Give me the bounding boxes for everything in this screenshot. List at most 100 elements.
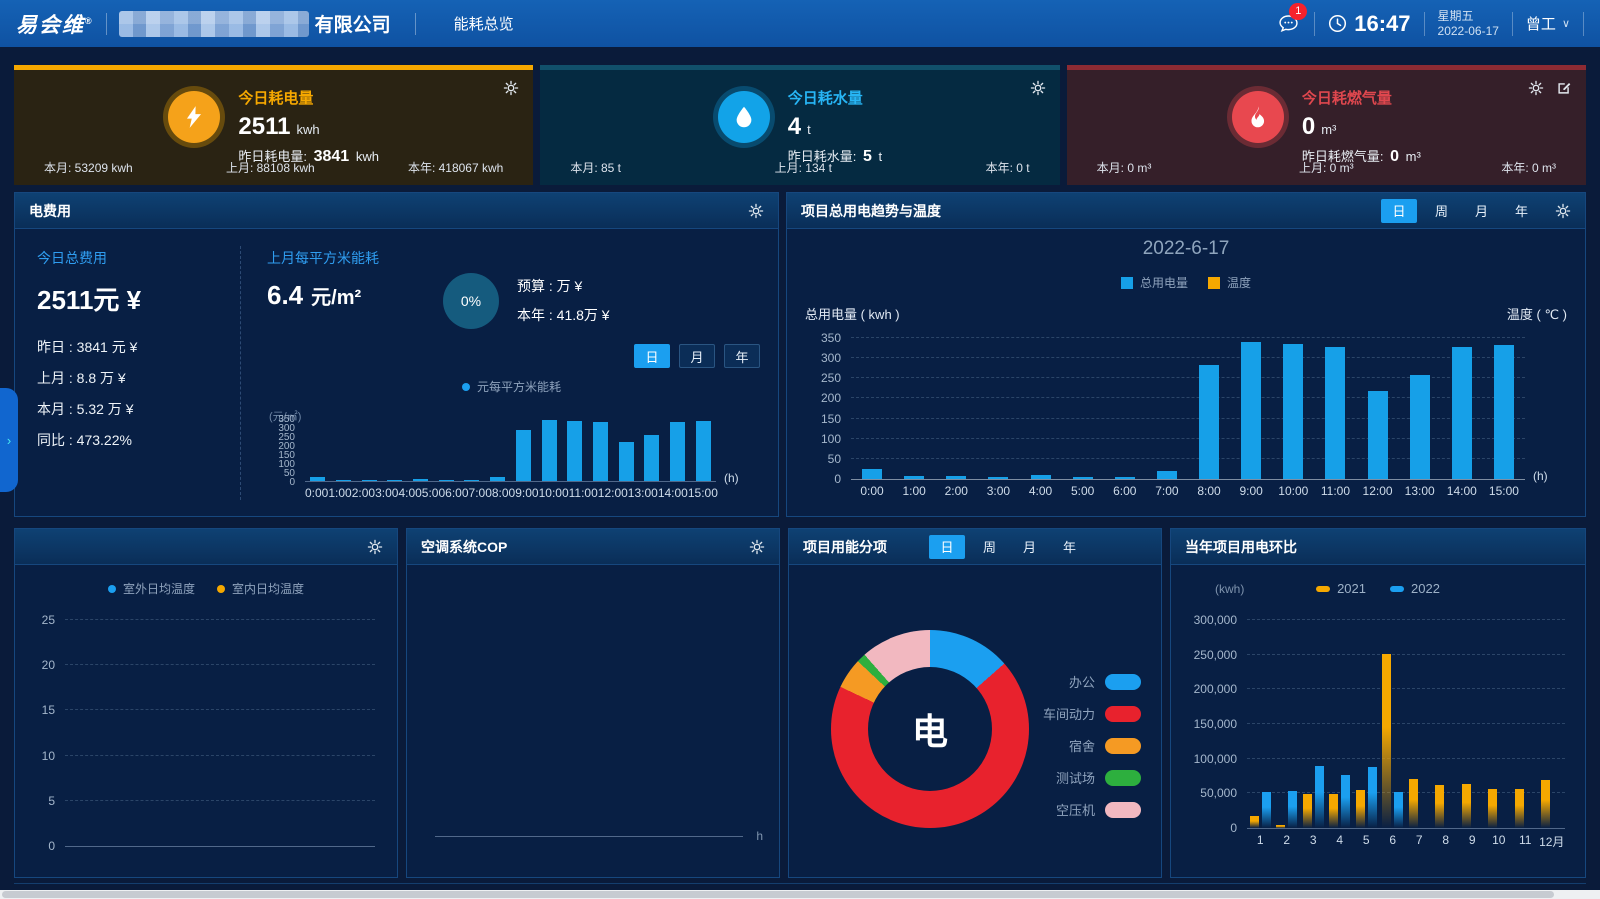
legend-item-2021[interactable]: 2021 bbox=[1316, 581, 1366, 596]
legend-item-测试场[interactable]: 测试场 bbox=[1043, 768, 1141, 787]
tab-年[interactable]: 年 bbox=[724, 344, 760, 368]
bar bbox=[1494, 345, 1514, 479]
legend-item-室外日均温度[interactable]: 室外日均温度 bbox=[108, 580, 195, 597]
kpi-main: 今日耗水量4t昨日耗水量: 5 t bbox=[540, 87, 1059, 166]
temperature-legend: 室外日均温度 室内日均温度 bbox=[15, 580, 397, 597]
tab-月[interactable]: 月 bbox=[679, 344, 715, 368]
bar-slot bbox=[1230, 338, 1272, 479]
bar bbox=[413, 479, 428, 481]
bar-slot bbox=[1433, 620, 1460, 828]
y-tick-label: 200,000 bbox=[1185, 682, 1237, 696]
company-suffix: 有限公司 bbox=[315, 10, 391, 37]
kpi-text: 今日耗电量2511kwh昨日耗电量: 3841 kwh bbox=[238, 87, 379, 166]
menu-energy-overview[interactable]: 能耗总览 bbox=[454, 13, 514, 34]
tab-日[interactable]: 日 bbox=[1381, 199, 1417, 223]
kpi-stats: 本月: 0 m³上月: 0 m³本年: 0 m³ bbox=[1097, 159, 1556, 176]
tab-年[interactable]: 年 bbox=[1054, 535, 1085, 559]
bar-slot bbox=[1441, 338, 1483, 479]
panel-header: 电费用 bbox=[15, 193, 778, 229]
bar-slot bbox=[665, 418, 691, 481]
y-tick-label: 100,000 bbox=[1185, 752, 1237, 766]
sqm-block: 上月每平方米能耗 6.4元/m² bbox=[267, 248, 379, 311]
bar-slot bbox=[1020, 338, 1062, 479]
legend-label: 宿舍 bbox=[1069, 736, 1095, 755]
legend-label: 办公 bbox=[1069, 672, 1095, 691]
kpi-text: 今日耗燃气量0m³昨日耗燃气量: 0 m³ bbox=[1302, 87, 1421, 166]
gear-icon[interactable] bbox=[1555, 203, 1571, 219]
x-axis-line bbox=[435, 836, 743, 837]
bar bbox=[1368, 767, 1377, 828]
x-tick-labels: 0:001:002:003:004:005:006:007:008:009:00… bbox=[305, 486, 716, 500]
bar-slot bbox=[1357, 338, 1399, 479]
panel-body: h bbox=[407, 566, 779, 877]
legend-marker bbox=[1105, 674, 1141, 690]
y-tick-label: 50 bbox=[803, 452, 841, 466]
scrollbar-thumb[interactable] bbox=[2, 891, 1554, 898]
legend-label: 元每平方米能耗 bbox=[477, 378, 561, 395]
legend-item-温度[interactable]: 温度 bbox=[1208, 274, 1251, 291]
legend-item-空压机[interactable]: 空压机 bbox=[1043, 800, 1141, 819]
x-axis-unit: (h) bbox=[724, 471, 739, 485]
tab-年[interactable]: 年 bbox=[1506, 199, 1537, 223]
bar bbox=[1283, 344, 1303, 479]
bar-slot bbox=[1300, 620, 1327, 828]
y-tick-label: 15 bbox=[27, 703, 55, 717]
y-tick-label: 250 bbox=[803, 371, 841, 385]
x-axis-unit: (h) bbox=[1533, 469, 1548, 483]
clock: 16:47 bbox=[1328, 11, 1410, 37]
bar-slot bbox=[1406, 620, 1433, 828]
donut-legend: 办公车间动力宿舍测试场空压机 bbox=[1043, 672, 1141, 819]
bar-slot bbox=[613, 418, 639, 481]
kpi-card-row: 今日耗电量2511kwh昨日耗电量: 3841 kwh本月: 53209 kwh… bbox=[14, 65, 1586, 185]
user-menu[interactable]: 曾工 ∨ bbox=[1526, 13, 1570, 34]
kpi-stat: 本年: 0 m³ bbox=[1501, 159, 1556, 176]
horizontal-scrollbar[interactable] bbox=[0, 890, 1600, 899]
gear-icon[interactable] bbox=[749, 539, 765, 555]
y-tick-label: 350 bbox=[267, 414, 295, 425]
bars-area bbox=[65, 620, 375, 846]
legend-item[interactable]: 元每平方米能耗 bbox=[462, 378, 561, 395]
message-icon[interactable]: 1 bbox=[1275, 12, 1301, 36]
x-tick-labels: 123456789101112月 bbox=[1247, 833, 1565, 850]
tab-周[interactable]: 周 bbox=[1426, 199, 1457, 223]
clock-icon bbox=[1328, 14, 1347, 33]
kpi-unit: m³ bbox=[1321, 122, 1336, 137]
panel-title: 当年项目用电环比 bbox=[1185, 537, 1297, 557]
cost-detail-row: 同比 : 473.22% bbox=[37, 430, 141, 450]
bar-slot bbox=[1327, 620, 1354, 828]
bar-slot bbox=[562, 418, 588, 481]
donut-center-label: 电 bbox=[868, 667, 992, 791]
legend-item-室内日均温度[interactable]: 室内日均温度 bbox=[217, 580, 304, 597]
bar-slot bbox=[893, 338, 935, 479]
panel-body: 室外日均温度室内日均温度 0510152025 bbox=[15, 566, 397, 877]
legend-marker bbox=[1316, 586, 1330, 592]
sidebar-expand-handle[interactable]: › bbox=[0, 388, 18, 492]
user-name: 曾工 bbox=[1526, 13, 1556, 34]
cost-tabs: 日月年 bbox=[634, 344, 760, 368]
legend-item-办公[interactable]: 办公 bbox=[1043, 672, 1141, 691]
kpi-card-electricity: 今日耗电量2511kwh昨日耗电量: 3841 kwh本月: 53209 kwh… bbox=[14, 65, 533, 185]
panel-title: 电费用 bbox=[29, 201, 71, 221]
legend-marker bbox=[1105, 738, 1141, 754]
x-axis-unit: h bbox=[756, 829, 763, 843]
divider bbox=[415, 13, 416, 35]
tab-月[interactable]: 月 bbox=[1466, 199, 1497, 223]
breakdown-tabs: 日周月年 bbox=[929, 535, 1085, 559]
legend-item-车间动力[interactable]: 车间动力 bbox=[1043, 704, 1141, 723]
tab-月[interactable]: 月 bbox=[1014, 535, 1045, 559]
kpi-stats: 本月: 53209 kwh上月: 88108 kwh本年: 418067 kwh bbox=[44, 159, 503, 176]
panel-body: 今日总费用 2511元 ¥ 昨日 : 3841 元 ¥上月 : 8.8 万 ¥本… bbox=[15, 230, 778, 516]
gear-icon[interactable] bbox=[748, 203, 764, 219]
legend-item-总用电量[interactable]: 总用电量 bbox=[1121, 274, 1188, 291]
tab-日[interactable]: 日 bbox=[634, 344, 670, 368]
bar bbox=[1288, 791, 1297, 828]
bar bbox=[1325, 347, 1345, 479]
legend-item-2022[interactable]: 2022 bbox=[1390, 581, 1440, 596]
legend-item-宿舍[interactable]: 宿舍 bbox=[1043, 736, 1141, 755]
legend-label: 温度 bbox=[1227, 274, 1251, 291]
panel-electric-trend: 项目总用电趋势与温度 日周月年 2022-6-17 总用电量温度 总用电量 ( … bbox=[786, 192, 1586, 517]
tab-日[interactable]: 日 bbox=[929, 535, 965, 559]
gear-icon[interactable] bbox=[367, 539, 383, 555]
tab-周[interactable]: 周 bbox=[974, 535, 1005, 559]
left-axis-label: 总用电量 ( kwh ) bbox=[805, 304, 900, 323]
